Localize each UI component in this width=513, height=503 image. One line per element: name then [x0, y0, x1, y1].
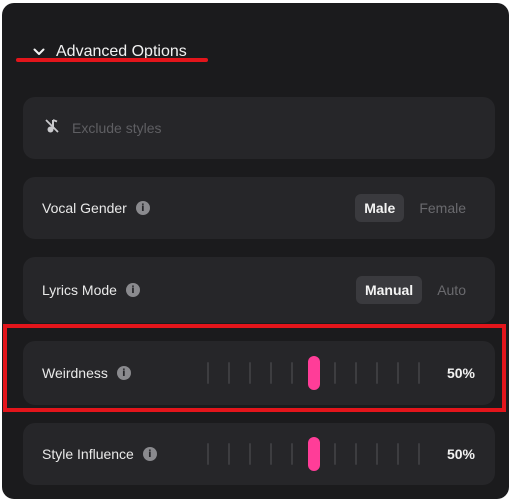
- slider-tick: [207, 443, 209, 465]
- style-influence-value: 50%: [446, 446, 475, 462]
- lyrics-mode-row: Lyrics Mode i Manual Auto: [23, 257, 495, 323]
- slider-tick: [270, 443, 273, 465]
- music-off-icon: [45, 118, 59, 139]
- slider-tick: [375, 443, 378, 465]
- slider-tick: [354, 443, 357, 465]
- lyrics-mode-manual-button[interactable]: Manual: [355, 276, 423, 304]
- lyrics-mode-toggle: Manual Auto: [355, 257, 475, 323]
- slider-tick: [418, 443, 420, 465]
- style-influence-row: Style Influence i 50%: [23, 423, 495, 485]
- vocal-gender-female-button[interactable]: Female: [410, 194, 475, 222]
- info-icon[interactable]: i: [142, 447, 157, 461]
- advanced-options-panel: Advanced Options Vocal Gender i Male Fem…: [2, 3, 509, 499]
- lyrics-mode-auto-button[interactable]: Auto: [428, 276, 475, 304]
- vocal-gender-row: Vocal Gender i Male Female: [23, 177, 495, 239]
- exclude-styles-card[interactable]: [23, 97, 495, 159]
- slider-tick: [228, 443, 231, 465]
- style-influence-slider[interactable]: [207, 423, 420, 485]
- info-icon[interactable]: i: [125, 283, 140, 297]
- slider-tick: [291, 443, 294, 465]
- vocal-gender-label: Vocal Gender: [42, 200, 127, 216]
- chevron-down-icon: [32, 45, 46, 59]
- annotation-underline: [16, 58, 208, 62]
- info-icon[interactable]: i: [135, 201, 150, 215]
- slider-thumb[interactable]: [307, 437, 320, 471]
- annotation-highlight-box: [3, 324, 506, 412]
- vocal-gender-male-button[interactable]: Male: [355, 194, 405, 222]
- vocal-gender-toggle: Male Female: [355, 177, 475, 239]
- slider-tick: [396, 443, 399, 465]
- slider-tick: [249, 443, 252, 465]
- lyrics-mode-label: Lyrics Mode: [42, 282, 117, 298]
- style-influence-label: Style Influence: [42, 446, 134, 462]
- exclude-styles-input[interactable]: [72, 120, 372, 136]
- slider-tick: [333, 443, 336, 465]
